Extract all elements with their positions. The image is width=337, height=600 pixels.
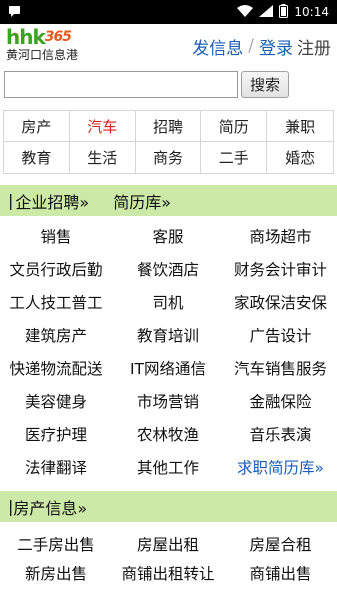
section-divider: | [8,191,14,210]
job-item[interactable]: 工人技工普工 [0,285,112,318]
job-item[interactable]: 客服 [112,219,224,252]
job-item[interactable]: 文员行政后勤 [0,252,112,285]
job-section-header: | 企业招聘» 简历库» [0,185,337,216]
link-divider: / [248,36,254,56]
category-education[interactable]: 教育 [4,142,70,173]
wifi-icon [237,4,254,20]
house-category-list: 二手房出售 房屋出租 房屋合租 新房出售 商铺出租转让 商铺出售 [0,522,337,587]
job-item[interactable]: 建筑房产 [0,318,112,351]
house-section-header: | 房产信息» [0,491,337,522]
house-info-link[interactable]: 房产信息» [13,495,87,519]
job-item[interactable]: 广告设计 [224,318,337,351]
house-item[interactable]: 二手房出售 [0,529,112,558]
category-car[interactable]: 汽车 [69,111,136,142]
category-parttime[interactable]: 兼职 [267,111,333,142]
job-category-list: 销售 客服 商场超市 文员行政后勤 餐饮酒店 财务会计审计 工人技工普工 司机 … [0,216,337,483]
job-item[interactable]: 教育培训 [112,318,224,351]
search-input[interactable] [4,70,238,98]
resume-library-link[interactable]: 简历库» [113,189,171,213]
job-item[interactable]: 市场营销 [112,384,224,417]
category-recruit[interactable]: 招聘 [135,111,202,142]
job-item[interactable]: 农林牧渔 [112,417,224,450]
signal-icon [259,4,274,20]
job-item[interactable]: 汽车销售服务 [224,351,337,384]
job-item[interactable]: 金融保险 [224,384,337,417]
category-resume[interactable]: 简历 [201,111,268,142]
category-grid: 房产 汽车 招聘 简历 兼职 教育 生活 商务 二手 婚恋 [3,110,334,174]
house-item[interactable]: 房屋合租 [224,529,337,558]
post-info-link[interactable]: 发信息 [192,34,243,59]
job-item[interactable]: 餐饮酒店 [112,252,224,285]
category-secondhand[interactable]: 二手 [201,142,268,173]
job-item[interactable]: 快递物流配送 [0,351,112,384]
house-item[interactable]: 新房出售 [0,558,112,587]
company-recruit-link[interactable]: 企业招聘» [15,189,89,213]
job-item[interactable]: 其他工作 [112,450,224,483]
job-item[interactable]: 商场超市 [224,219,337,252]
job-item[interactable]: 销售 [0,219,112,252]
category-life[interactable]: 生活 [70,142,136,173]
header-links: 发信息 / 登录 注册 [101,34,331,59]
job-item[interactable]: 医疗护理 [0,417,112,450]
app-header: hhk365 黄河口信息港 发信息 / 登录 注册 [0,24,337,68]
status-bar: 10:14 [0,0,337,24]
job-item[interactable]: 司机 [112,285,224,318]
house-item[interactable]: 商铺出售 [224,558,337,587]
register-link[interactable]: 注册 [297,34,331,59]
login-link[interactable]: 登录 [259,34,293,59]
house-item[interactable]: 房屋出租 [112,529,224,558]
house-item[interactable]: 商铺出租转让 [112,558,224,587]
job-item[interactable]: 财务会计审计 [224,252,337,285]
category-house[interactable]: 房产 [4,111,70,142]
resume-library-link-bottom[interactable]: 求职简历库» [224,450,337,483]
logo-subtitle: 黄河口信息港 [6,48,79,62]
job-item[interactable]: 音乐表演 [224,417,337,450]
category-dating[interactable]: 婚恋 [267,142,333,173]
job-item[interactable]: 美容健身 [0,384,112,417]
job-item[interactable]: 家政保洁安保 [224,285,337,318]
message-icon [8,5,21,20]
job-item[interactable]: IT网络通信 [112,351,224,384]
logo-mark: hhk365 [6,25,72,49]
battery-icon [279,3,289,21]
status-time: 10:14 [294,5,329,19]
site-logo[interactable]: hhk365 黄河口信息港 [6,27,101,65]
job-item[interactable]: 法律翻译 [0,450,112,483]
category-business[interactable]: 商务 [136,142,202,173]
search-bar: 搜索 [0,68,337,100]
search-button[interactable]: 搜索 [241,70,289,98]
